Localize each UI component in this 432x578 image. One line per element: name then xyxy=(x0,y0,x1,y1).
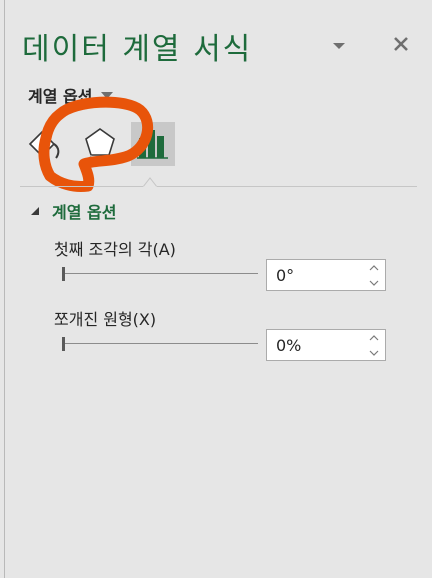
pane-title: 데이터 계열 서식 xyxy=(22,32,253,67)
spin-down-icon[interactable] xyxy=(369,349,379,357)
slider-track xyxy=(62,343,258,344)
series-options-dropdown[interactable]: 계열 옵션 xyxy=(28,84,114,106)
tab-effects[interactable] xyxy=(78,122,122,166)
close-icon xyxy=(394,37,408,51)
slider-track xyxy=(62,273,258,274)
series-options-section-label: 계열 옵션 xyxy=(52,203,117,222)
pane-options-button[interactable] xyxy=(330,38,348,52)
chevron-down-icon xyxy=(333,43,345,49)
pentagon-icon xyxy=(85,128,115,163)
first-slice-angle-spinner[interactable] xyxy=(266,259,386,291)
close-pane-button[interactable] xyxy=(390,33,412,55)
format-data-series-pane: 데이터 계열 서식 계열 옵션 계열 옵션 첫째 조각의 각(A) 0° 쪼개진… xyxy=(0,0,432,578)
pie-explosion-slider[interactable] xyxy=(62,337,258,351)
tab-fill-line[interactable] xyxy=(22,122,66,166)
bar-chart-icon xyxy=(137,130,168,159)
spin-down-icon[interactable] xyxy=(369,279,379,287)
tab-series-options[interactable] xyxy=(131,122,175,166)
series-options-section-header[interactable]: 계열 옵션 xyxy=(30,200,116,222)
tab-divider xyxy=(20,186,417,187)
first-slice-angle-slider[interactable] xyxy=(62,267,258,281)
series-options-dropdown-label: 계열 옵션 xyxy=(28,87,93,106)
pie-explosion-input[interactable] xyxy=(276,336,356,355)
first-slice-angle-input[interactable] xyxy=(276,266,356,285)
collapse-triangle-icon xyxy=(31,207,39,215)
caret-down-icon xyxy=(101,92,114,99)
pie-explosion-label: 쪼개진 원형(X) xyxy=(54,310,157,329)
slider-thumb[interactable] xyxy=(62,267,65,281)
pie-explosion-spinner[interactable] xyxy=(266,329,386,361)
slider-thumb[interactable] xyxy=(62,337,65,351)
spin-up-icon[interactable] xyxy=(369,334,379,342)
paint-bucket-icon xyxy=(28,130,60,159)
pane-left-border xyxy=(4,0,5,578)
first-slice-angle-label: 첫째 조각의 각(A) xyxy=(54,240,176,259)
spin-up-icon[interactable] xyxy=(369,264,379,272)
selected-tab-pointer xyxy=(143,177,157,188)
